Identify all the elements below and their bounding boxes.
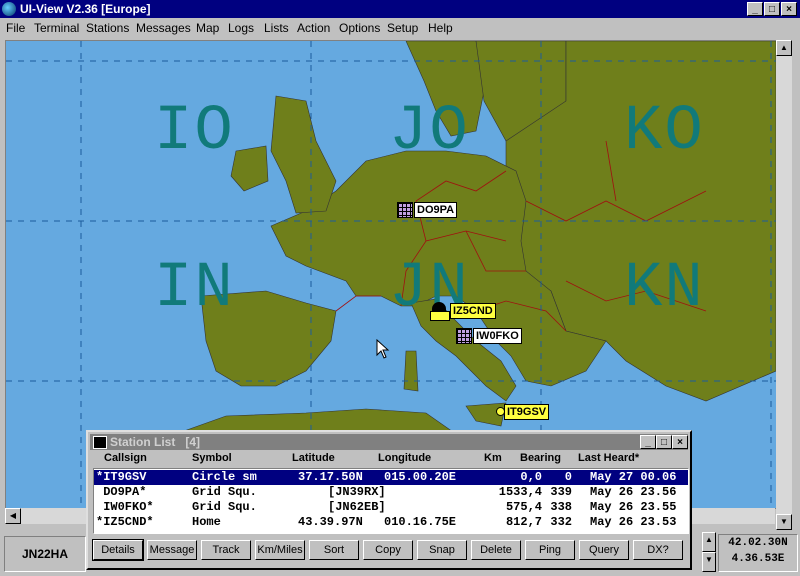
station-list-title: Station List [4]: [110, 435, 201, 449]
menu-bar: File Terminal Stations Messages Map Logs…: [0, 18, 800, 38]
table-row[interactable]: *IT9GSV Circle sm 37.17.50N 015.00.20E 0…: [94, 470, 688, 485]
globe-icon[interactable]: [2, 2, 16, 16]
menu-lists[interactable]: Lists: [264, 21, 289, 35]
snap-button[interactable]: Snap: [417, 540, 467, 560]
grid-label-kn: KN: [624, 253, 705, 325]
col-latitude[interactable]: Latitude: [292, 452, 335, 464]
track-button[interactable]: Track: [201, 540, 251, 560]
scroll-down-icon[interactable]: ▼: [776, 514, 792, 530]
station-iz5cnd[interactable]: IZ5CND: [450, 303, 496, 319]
menu-terminal[interactable]: Terminal: [34, 21, 79, 35]
col-callsign[interactable]: Callsign: [104, 452, 147, 464]
menu-messages[interactable]: Messages: [136, 21, 191, 35]
station-it9gsv[interactable]: IT9GSV: [504, 404, 550, 420]
station-list-titlebar[interactable]: Station List [4] _ □ ×: [90, 434, 688, 450]
close-button[interactable]: ×: [781, 2, 797, 16]
dx-button[interactable]: DX?: [633, 540, 683, 560]
list-maximize-button[interactable]: □: [656, 435, 672, 449]
col-symbol[interactable]: Symbol: [192, 452, 232, 464]
mouse-cursor-icon: [376, 339, 390, 359]
menu-stations[interactable]: Stations: [86, 21, 129, 35]
delete-button[interactable]: Delete: [471, 540, 521, 560]
grid-square-icon[interactable]: [456, 328, 472, 344]
list-minimize-button[interactable]: _: [640, 435, 656, 449]
km-miles-button[interactable]: Km/Miles: [255, 540, 305, 560]
scroll-up-icon[interactable]: ▲: [702, 532, 716, 552]
menu-setup[interactable]: Setup: [387, 21, 418, 35]
vertical-scrollbar[interactable]: ▲ ▼: [776, 40, 792, 530]
station-do9pa[interactable]: DO9PA: [414, 202, 458, 218]
grid-square-icon[interactable]: [397, 202, 413, 218]
station-list-window[interactable]: Station List [4] _ □ × Callsign Symbol L…: [86, 430, 692, 570]
table-row[interactable]: *IZ5CND* Home 43.39.97N 010.16.75E 812,7…: [94, 515, 688, 530]
maximize-button[interactable]: □: [764, 2, 780, 16]
window-title: UI-View V2.36 [Europe]: [20, 2, 151, 16]
menu-logs[interactable]: Logs: [228, 21, 254, 35]
copy-button[interactable]: Copy: [363, 540, 413, 560]
scroll-up-icon[interactable]: ▲: [776, 40, 792, 56]
scroll-left-icon[interactable]: ◀: [5, 508, 21, 524]
grid-label-ko: KO: [624, 96, 705, 168]
list-close-button[interactable]: ×: [672, 435, 688, 449]
menu-file[interactable]: File: [6, 21, 25, 35]
menu-options[interactable]: Options: [339, 21, 380, 35]
minimize-button[interactable]: _: [747, 2, 763, 16]
ping-button[interactable]: Ping: [525, 540, 575, 560]
grid-label-io: IO: [154, 96, 235, 168]
menu-help[interactable]: Help: [428, 21, 453, 35]
station-table: *IT9GSV Circle sm 37.17.50N 015.00.20E 0…: [93, 468, 689, 534]
title-bar: UI-View V2.36 [Europe] _ □ ×: [0, 0, 800, 18]
query-button[interactable]: Query: [579, 540, 629, 560]
list-window-icon[interactable]: [93, 436, 107, 449]
col-longitude[interactable]: Longitude: [378, 452, 431, 464]
locator-display: JN22HA: [4, 536, 86, 572]
sort-button[interactable]: Sort: [309, 540, 359, 560]
coordinates-display: 42.02.30N 4.36.53E: [718, 534, 798, 572]
col-last-heard[interactable]: Last Heard*: [578, 452, 639, 464]
menu-map[interactable]: Map: [196, 21, 219, 35]
latitude-readout: 42.02.30N: [728, 537, 788, 549]
table-row[interactable]: IW0FKO* Grid Squ. [JN62EB] 575,4 338 May…: [94, 500, 688, 515]
menu-action[interactable]: Action: [297, 21, 330, 35]
col-km[interactable]: Km: [484, 452, 502, 464]
scroll-down-icon[interactable]: ▼: [702, 552, 716, 572]
grid-label-in: IN: [154, 253, 235, 325]
longitude-readout: 4.36.53E: [731, 553, 785, 565]
station-iw0fko[interactable]: IW0FKO: [473, 328, 522, 344]
details-button[interactable]: Details: [92, 539, 144, 561]
grid-label-jo: JO: [389, 96, 470, 168]
home-marker: [430, 311, 450, 321]
message-button[interactable]: Message: [147, 540, 197, 560]
col-bearing[interactable]: Bearing: [520, 452, 561, 464]
table-row[interactable]: DO9PA* Grid Squ. [JN39RX] 1533,4 339 May…: [94, 485, 688, 500]
